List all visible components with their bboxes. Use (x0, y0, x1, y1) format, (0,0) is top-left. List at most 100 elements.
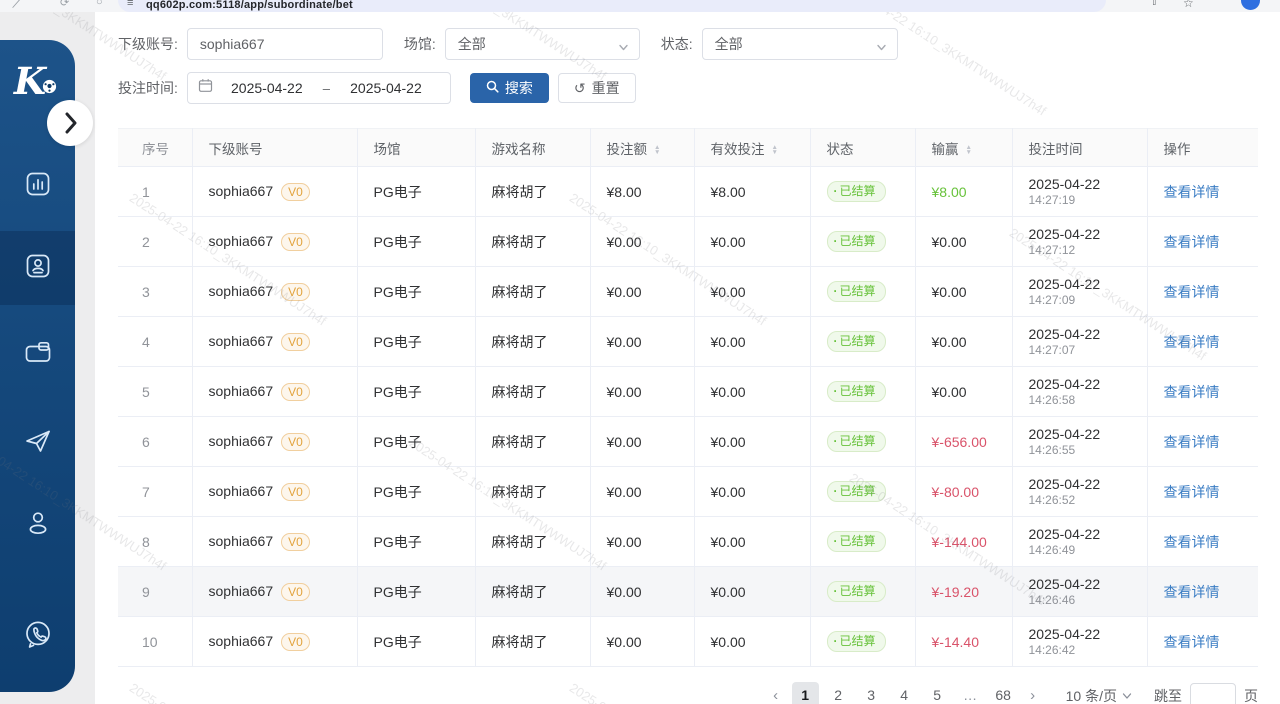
bet-time: 14:27:12 (1029, 243, 1141, 258)
share-icon[interactable]: ⇧ (1150, 0, 1158, 8)
prev-page-chevron[interactable]: ‹ (763, 687, 789, 704)
bookmark-star-icon[interactable]: ☆ (1183, 0, 1194, 10)
sidebar-item-profile[interactable] (0, 488, 75, 562)
column-header[interactable]: 投注额▲▼ (590, 129, 694, 167)
home-icon[interactable]: ○ (96, 0, 103, 8)
browser-profile-avatar[interactable] (1241, 0, 1260, 10)
action-cell: 查看详情 (1147, 217, 1258, 267)
date-range-picker[interactable]: 2025-04-22 – 2025-04-22 (187, 72, 451, 104)
address-bar[interactable]: ≡ qq602p.com:5118/app/subordinate/bet (118, 0, 1106, 12)
bet-time-cell: 2025-04-2214:27:09 (1012, 267, 1147, 317)
sidebar-item-promotions[interactable] (0, 406, 75, 480)
account-name: sophia667 (209, 333, 274, 349)
vip-level-badge: V0 (281, 433, 310, 451)
pagination: ‹ 12345…68 › 10 条/页 跳至 页 (763, 682, 1258, 704)
column-header: 游戏名称 (475, 129, 590, 167)
venue-select[interactable]: 全部 (445, 28, 640, 60)
status-cell: ·已结算 (810, 167, 915, 217)
bet-time: 14:27:09 (1029, 293, 1141, 308)
view-details-link[interactable]: 查看详情 (1164, 534, 1220, 550)
forward-arrow-icon[interactable]: ╱ (13, 0, 23, 10)
view-details-link[interactable]: 查看详情 (1164, 634, 1220, 650)
sidebar-item-wallet[interactable] (0, 318, 75, 392)
table-row: 9sophia667V0PG电子麻将胡了¥0.00¥0.00·已结算¥-19.2… (118, 567, 1258, 617)
valid-bet-cell: ¥0.00 (694, 617, 810, 667)
reset-icon: ↺ (574, 81, 586, 95)
page-size-value: 10 条/页 (1066, 686, 1117, 704)
url-text[interactable]: qq602p.com:5118/app/subordinate/bet (146, 0, 353, 11)
sidebar-item-subordinate-accounts[interactable] (0, 231, 75, 305)
vip-level-badge: V0 (281, 533, 310, 551)
sidebar-item-reports[interactable] (0, 149, 75, 223)
view-details-link[interactable]: 查看详情 (1164, 584, 1220, 600)
game-name-cell: 麻将胡了 (475, 567, 590, 617)
bet-date: 2025-04-22 (1029, 376, 1141, 393)
account-input[interactable] (187, 28, 383, 60)
page-number[interactable]: 68 (990, 682, 1017, 704)
view-details-link[interactable]: 查看详情 (1164, 434, 1220, 450)
view-details-link[interactable]: 查看详情 (1164, 234, 1220, 250)
valid-bet-cell: ¥0.00 (694, 317, 810, 367)
venue-cell: PG电子 (357, 167, 475, 217)
calendar-icon (198, 78, 213, 98)
sidebar-collapse-button[interactable] (47, 100, 93, 146)
view-details-link[interactable]: 查看详情 (1164, 184, 1220, 200)
page-number[interactable]: 3 (858, 682, 885, 704)
reset-button[interactable]: ↺ 重置 (558, 73, 636, 103)
action-cell: 查看详情 (1147, 617, 1258, 667)
jump-page-input[interactable] (1190, 683, 1236, 704)
search-button[interactable]: 搜索 (470, 73, 549, 103)
bet-time-cell: 2025-04-2214:27:12 (1012, 217, 1147, 267)
sort-icon[interactable]: ▲▼ (772, 145, 778, 155)
bet-time-cell: 2025-04-2214:26:55 (1012, 417, 1147, 467)
status-select[interactable]: 全部 (702, 28, 898, 60)
account-cell: sophia667V0 (192, 217, 357, 267)
column-header: 投注时间 (1012, 129, 1147, 167)
page-size-select[interactable]: 10 条/页 (1066, 686, 1132, 704)
bet-amount-cell: ¥0.00 (590, 367, 694, 417)
row-index-cell: 2 (118, 217, 192, 267)
win-loss-cell: ¥0.00 (915, 367, 1012, 417)
valid-bet-cell: ¥0.00 (694, 517, 810, 567)
reload-icon[interactable]: ⟳ (60, 0, 69, 9)
next-page-chevron[interactable]: › (1020, 687, 1046, 704)
tune-icon[interactable]: ≡ (127, 0, 133, 9)
sort-icon[interactable]: ▲▼ (654, 145, 660, 155)
row-index-cell: 7 (118, 467, 192, 517)
vip-level-badge: V0 (281, 633, 310, 651)
bet-amount-cell: ¥0.00 (590, 417, 694, 467)
action-cell: 查看详情 (1147, 467, 1258, 517)
sort-icon[interactable]: ▲▼ (966, 145, 972, 155)
column-header[interactable]: 输赢▲▼ (915, 129, 1012, 167)
page-number[interactable]: 5 (924, 682, 951, 704)
sidebar-item-support[interactable] (0, 599, 75, 673)
jump-to-label: 跳至 (1154, 686, 1182, 704)
column-header-label: 序号 (142, 142, 169, 157)
action-cell: 查看详情 (1147, 317, 1258, 367)
table-row: 10sophia667V0PG电子麻将胡了¥0.00¥0.00·已结算¥-14.… (118, 617, 1258, 667)
action-cell: 查看详情 (1147, 167, 1258, 217)
bet-time: 14:26:58 (1029, 393, 1141, 408)
view-details-link[interactable]: 查看详情 (1164, 384, 1220, 400)
win-loss-cell: ¥-19.20 (915, 567, 1012, 617)
view-details-link[interactable]: 查看详情 (1164, 484, 1220, 500)
column-header-label: 游戏名称 (492, 142, 546, 157)
bet-time: 14:26:52 (1029, 493, 1141, 508)
status-badge: ·已结算 (827, 631, 886, 652)
page-number[interactable]: 4 (891, 682, 918, 704)
view-details-link[interactable]: 查看详情 (1164, 334, 1220, 350)
view-details-link[interactable]: 查看详情 (1164, 284, 1220, 300)
column-header[interactable]: 有效投注▲▼ (694, 129, 810, 167)
status-cell: ·已结算 (810, 417, 915, 467)
chevron-down-icon (1122, 688, 1132, 704)
page-number[interactable]: 2 (825, 682, 852, 704)
win-loss-value: ¥-14.40 (932, 634, 979, 650)
status-cell: ·已结算 (810, 267, 915, 317)
win-loss-cell: ¥8.00 (915, 167, 1012, 217)
account-filter-label: 下级账号: (118, 34, 178, 54)
page-number[interactable]: 1 (792, 682, 819, 704)
column-header-label: 操作 (1164, 142, 1191, 157)
win-loss-cell: ¥-144.00 (915, 517, 1012, 567)
page-ellipsis: … (957, 682, 984, 704)
row-index-cell: 1 (118, 167, 192, 217)
